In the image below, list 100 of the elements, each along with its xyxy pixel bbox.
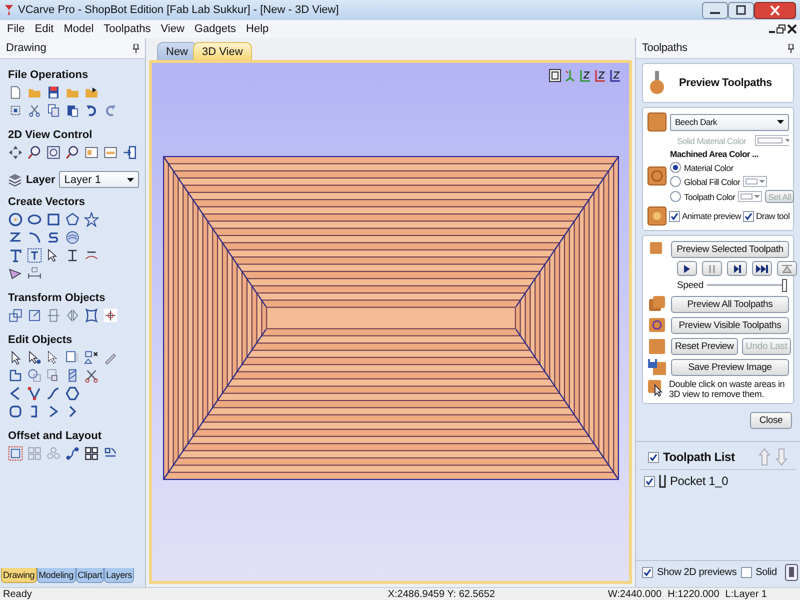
paste-icon[interactable] [65, 103, 80, 118]
node-target-icon[interactable] [103, 308, 118, 323]
weld-icon[interactable] [8, 368, 23, 383]
menu-item[interactable]: Help [241, 23, 274, 35]
z-axis-view-icon[interactable] [579, 69, 591, 82]
copy-icon[interactable] [46, 103, 61, 118]
menu-item[interactable]: Toolpaths [98, 23, 156, 35]
menu-item[interactable]: File [2, 23, 30, 35]
preview-selected-button[interactable]: Preview Selected Toolpath [671, 240, 789, 258]
mdi-close-icon[interactable] [786, 24, 798, 34]
preview-visible-button[interactable]: Preview Visible Toolpaths [671, 316, 789, 334]
folder-arrow-icon[interactable] [84, 85, 99, 100]
shape-delete-icon[interactable] [84, 350, 99, 365]
menu-item[interactable]: Edit [30, 23, 59, 35]
checkbox[interactable] [644, 476, 655, 486]
rounded-square-icon[interactable] [8, 404, 23, 419]
mdi-restore-icon[interactable] [776, 24, 786, 34]
square-icon[interactable] [46, 212, 61, 227]
checkbox-label[interactable]: Animate preview [682, 211, 742, 221]
view-panel-icon[interactable] [84, 145, 99, 160]
play-button[interactable] [677, 261, 697, 276]
scissors-icon[interactable] [84, 368, 99, 383]
checkbox[interactable] [669, 210, 680, 222]
pin-icon[interactable] [788, 44, 794, 52]
menu-item[interactable]: View [156, 23, 190, 35]
move-arrows-icon[interactable] [8, 145, 23, 160]
merge-icon[interactable] [27, 368, 42, 383]
radio-label[interactable]: Material Color [684, 162, 734, 172]
checkbox[interactable] [648, 452, 659, 462]
view-panel-icon[interactable] [103, 145, 118, 160]
radio-label[interactable]: Global Fill Color [684, 176, 740, 186]
pause-button[interactable] [702, 261, 722, 276]
toolpath-name[interactable]: Pocket 1_0 [670, 474, 728, 488]
import-arrow-icon[interactable] [122, 145, 137, 160]
fast-forward-button[interactable] [752, 261, 772, 276]
material-dropdown[interactable]: Beech Dark [670, 114, 789, 130]
close-button[interactable] [754, 2, 796, 18]
zoom-box-icon[interactable] [46, 145, 61, 160]
y-axis-view-icon[interactable] [609, 69, 621, 82]
device-icon[interactable] [784, 564, 798, 580]
panel-tab[interactable]: Clipart [76, 568, 104, 583]
menu-item[interactable]: Gadgets [189, 23, 242, 35]
preview-all-button[interactable]: Preview All Toolpaths [671, 296, 789, 312]
close-button[interactable]: Close [750, 412, 792, 429]
radio-button[interactable] [670, 162, 681, 173]
dimension-icon[interactable] [27, 266, 42, 281]
x-axis-view-icon[interactable] [594, 69, 606, 82]
save-icon[interactable] [46, 85, 61, 100]
step-button[interactable] [727, 261, 747, 276]
v-nodes-icon[interactable] [27, 386, 42, 401]
star-icon[interactable] [84, 212, 99, 227]
pentagon-icon[interactable] [65, 212, 80, 227]
radio-label[interactable]: Toolpath Color [684, 192, 736, 202]
path-nodes-icon[interactable] [65, 446, 80, 461]
scissors-icon[interactable] [27, 103, 42, 118]
save-preview-image-button[interactable]: Save Preview Image [671, 358, 789, 376]
checkbox-label[interactable]: Draw tool [756, 211, 790, 221]
radio-button[interactable] [670, 191, 681, 202]
ellipse-icon[interactable] [27, 212, 42, 227]
s-curve-icon[interactable] [46, 230, 61, 245]
array-icon[interactable] [84, 446, 99, 461]
select-frame-icon[interactable] [8, 103, 23, 118]
maximize-button[interactable] [728, 2, 754, 18]
mirror-icon[interactable] [65, 308, 80, 323]
checkbox[interactable] [740, 566, 752, 578]
text-icon[interactable] [8, 248, 23, 263]
circle-icon[interactable] [8, 212, 23, 227]
panel-tab[interactable]: Layers [104, 568, 134, 583]
zoom-icon[interactable] [65, 145, 80, 160]
align-icon[interactable] [46, 308, 61, 323]
arc-icon[interactable] [27, 230, 42, 245]
pin-icon[interactable] [133, 44, 139, 52]
undo-icon[interactable] [84, 103, 99, 118]
minimize-button[interactable] [702, 2, 728, 18]
reset-preview-button[interactable]: Reset Preview [671, 338, 738, 354]
offset-icon[interactable] [8, 446, 23, 461]
panel-tab[interactable]: Modeling [36, 568, 76, 583]
layer-dropdown[interactable]: Layer 1 [59, 171, 139, 188]
new-file-icon[interactable] [8, 85, 23, 100]
panel-tab[interactable]: Drawing [1, 568, 37, 583]
stop-button[interactable] [777, 261, 797, 276]
checkbox-label[interactable]: Show 2D previews [657, 566, 737, 578]
document-tab[interactable]: 3D View [193, 42, 252, 60]
scale-icon[interactable] [8, 308, 23, 323]
resize-icon[interactable] [27, 308, 42, 323]
node-pointer-icon[interactable] [27, 350, 42, 365]
color-picker-dropdown[interactable] [743, 176, 768, 187]
radio-button[interactable] [670, 176, 681, 187]
checkbox[interactable] [743, 210, 754, 222]
checkbox[interactable] [642, 566, 653, 578]
zoom-icon[interactable] [27, 145, 42, 160]
curve-icon[interactable] [46, 386, 61, 401]
menu-item[interactable]: Model [58, 23, 99, 35]
text-box-icon[interactable] [27, 248, 42, 263]
image-edit-icon[interactable] [65, 350, 80, 365]
polygon-nodes-icon[interactable] [65, 386, 80, 401]
color-picker-dropdown[interactable] [738, 191, 762, 202]
view-extents-icon[interactable] [549, 69, 561, 82]
spiral-icon[interactable] [65, 230, 80, 245]
distort-icon[interactable] [84, 308, 99, 323]
